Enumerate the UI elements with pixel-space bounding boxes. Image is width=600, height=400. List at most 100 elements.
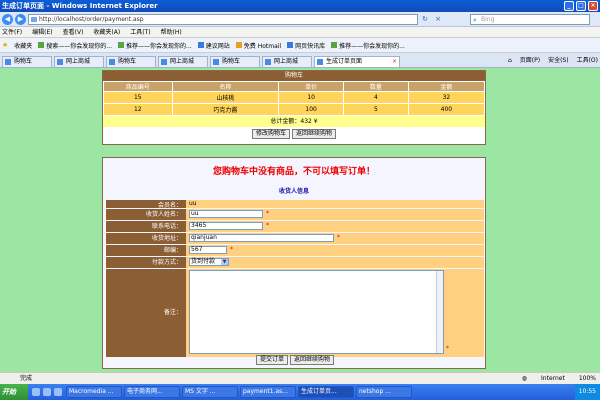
tab-shop[interactable]: 网上商城 [158,56,208,67]
continue-shopping-button[interactable]: 返回继续购物 [289,355,334,365]
bookmark-icon [118,42,125,48]
bookmark-icon [287,42,294,48]
phone-label: 联系电话： [106,221,186,232]
member-label: 会员名： [106,200,186,209]
payment-method-select[interactable]: 货到付款 ▼ [189,258,229,266]
stop-icon[interactable]: × [433,14,443,24]
page-menu[interactable]: 页面(P) [520,56,540,66]
favorites-label[interactable]: 收藏夹 [14,41,32,50]
member-value: uu [189,200,197,207]
page-icon [317,59,323,65]
empty-cart-error: 您购物车中没有商品，不可以填写订单！ [212,167,375,177]
shipping-address-input[interactable]: qianjuan [189,234,334,242]
submit-order-button[interactable]: 提交订单 [256,355,289,365]
favorite-item[interactable]: 免费 Hotmail [235,41,281,50]
modify-cart-button[interactable]: 修改购物车 [252,129,291,139]
refresh-icon[interactable]: ↻ [420,14,430,24]
phone-row: 联系电话： 3465 * [106,221,484,232]
name-label: 收货人姓名： [106,209,186,220]
page-icon [213,59,219,65]
tab-cart[interactable]: 购物车 [106,56,156,67]
menu-favorites[interactable]: 收藏夹(A) [93,27,120,37]
favorite-item[interactable]: 搜索——你会发现你的... [38,41,112,50]
close-button[interactable]: × [588,1,598,11]
menu-file[interactable]: 文件(F) [2,27,22,37]
start-button[interactable]: 开始 [0,384,28,400]
cell-product-id: 15 [103,91,173,104]
cart-actions: 修改购物车 返回继续购物 [103,127,485,139]
status-bar: 完成 ◍ Internet 100% [0,372,600,384]
notes-row: 备注： * [106,269,484,357]
favorite-item[interactable]: 网页快讯库 [287,41,325,50]
safety-menu[interactable]: 安全(S) [548,56,569,66]
tab-order-page[interactable]: 生成订单页面 × [314,56,400,67]
home-icon[interactable]: ⌂ [508,56,512,66]
required-mark: * [266,222,269,229]
phone-input[interactable]: 3465 [189,222,263,230]
favorites-star-icon[interactable]: ★ [2,41,8,49]
taskbar-task[interactable]: netshop ... [356,386,412,398]
folder-icon[interactable] [54,388,62,396]
close-tab-icon[interactable]: × [392,57,397,67]
taskbar-task-active[interactable]: 生成订单页... [298,386,354,398]
cell-amount: 400 [407,103,486,116]
recipient-section-title: 收货人信息 [278,188,309,195]
taskbar-task[interactable]: MS 文字 ... [182,386,238,398]
cell-price: 100 [278,103,345,116]
back-button[interactable]: ◀ [2,14,13,25]
tab-bar: 购物车 网上商城 购物车 网上商城 购物车 网上商城 生成订单页面 × ⌂ 页面(… [0,53,600,68]
menu-tools[interactable]: 工具(T) [130,27,150,37]
address-row: 收货地址： qianjuan * [106,233,484,244]
minimize-button[interactable]: _ [564,1,574,11]
search-icon[interactable]: ⌕ [473,16,477,25]
notes-label: 备注： [106,269,186,357]
window-title-bar: 生成订单页面 - Windows Internet Explorer _ □ × [0,0,600,12]
tools-menu[interactable]: 工具(O) [577,56,598,66]
page-icon [31,17,37,22]
favorite-item[interactable]: 推荐——你会发现你的... [331,41,405,50]
page-icon [161,59,167,65]
continue-shopping-button[interactable]: 返回继续购物 [291,129,336,139]
ie-icon[interactable] [32,388,40,396]
cell-quantity: 4 [343,91,409,104]
page-icon [5,59,11,65]
menu-edit[interactable]: 编辑(E) [32,27,52,37]
menu-bar: 文件(F) 编辑(E) 查看(V) 收藏夹(A) 工具(T) 帮助(H) [0,27,600,38]
table-row: 15 山核桃 10 4 32 [103,91,486,104]
menu-view[interactable]: 查看(V) [63,27,84,37]
zip-input[interactable]: 567 [189,246,227,254]
payment-label: 付款方式： [106,257,186,268]
address-toolbar: ◀ ▶ http://localhost/order/payment.asp ↻… [0,12,600,27]
bookmark-icon [38,42,45,48]
cart-total: 总计金额：432 ¥ [103,116,485,127]
address-actions: ↻ × [420,14,443,24]
search-input[interactable]: ⌕ Bing [470,14,590,25]
taskbar-task[interactable]: payment1.as... [240,386,296,398]
menu-help[interactable]: 帮助(H) [161,27,182,37]
forward-button[interactable]: ▶ [15,14,26,25]
recipient-name-input[interactable]: uu [189,210,263,218]
window-title: 生成订单页面 - Windows Internet Explorer [2,2,158,10]
cell-quantity: 5 [343,103,409,116]
favorite-item[interactable]: 推荐——你会发现你的... [118,41,192,50]
table-header-row: 商品编号 名称 单价 数量 金额 [103,81,486,92]
maximize-button[interactable]: □ [576,1,586,11]
address-bar[interactable]: http://localhost/order/payment.asp [28,14,418,25]
favorite-item[interactable]: 建议网站 [197,41,230,50]
scrollbar[interactable] [436,271,443,353]
chevron-down-icon[interactable]: ▼ [221,259,228,265]
taskbar-task[interactable]: 电子商务网... [124,386,180,398]
desktop-icon[interactable] [43,388,51,396]
member-value-cell: uu [186,200,484,208]
zip-row: 邮编： 567 * [106,245,484,256]
taskbar-task[interactable]: Macromedia ... [66,386,122,398]
tab-cart[interactable]: 购物车 [210,56,260,67]
tab-shop[interactable]: 网上商城 [54,56,104,67]
notes-textarea[interactable] [189,270,444,354]
zoom-level[interactable]: 100% [579,373,596,384]
cart-panel: 购物车 商品编号 名称 单价 数量 金额 15 山核桃 10 4 32 12 巧… [102,70,486,145]
column-header: 数量 [343,81,409,92]
tab-shop[interactable]: 网上商城 [262,56,312,67]
address-label: 收货地址： [106,233,186,244]
tab-cart[interactable]: 购物车 [2,56,52,67]
